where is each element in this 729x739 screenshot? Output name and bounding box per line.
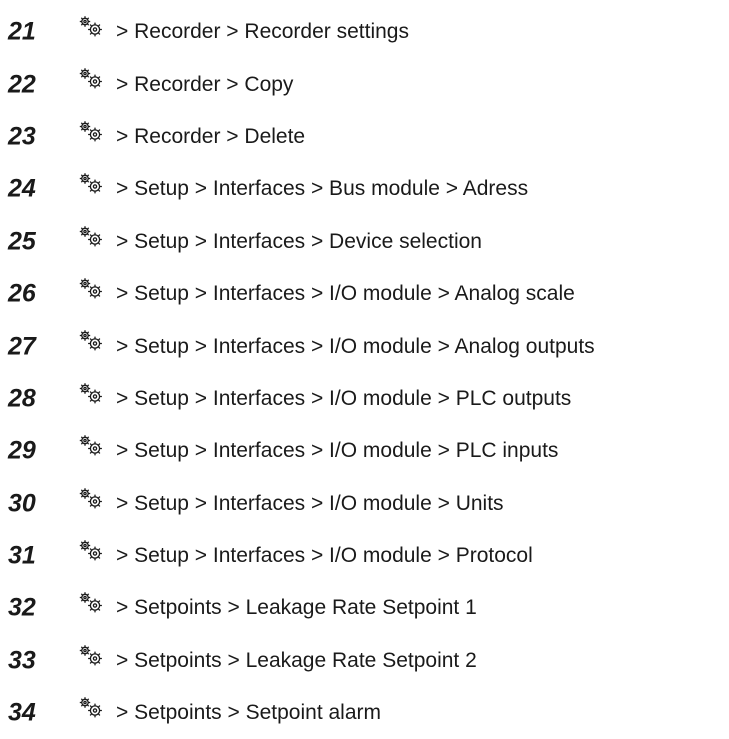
entry-number: 22 [8,70,36,99]
entry-path: > Setup > Interfaces > Device selection [116,229,482,253]
entry-path: > Recorder > Delete [116,124,306,148]
menu-path-entry: 26 > Setup > Interfaces > I/O module > A… [0,268,729,320]
menu-path-entry: 34 > Setpoints > Setpoint alarm [0,687,729,739]
menu-path-entry: 22 > Recorder > Copy [0,58,729,110]
gears-icon [79,225,103,247]
entry-path: > Setpoints > Setpoint alarm [116,701,381,725]
entry-path: > Setpoints > Leakage Rate Setpoint 1 [116,596,477,620]
menu-path-entry: 28 > Setup > Interfaces > I/O module > P… [0,373,729,425]
entry-path: > Setup > Interfaces > I/O module > Anal… [116,334,595,358]
gears-icon [79,539,103,561]
menu-path-entry: 25 > Setup > Interfaces > Device selecti… [0,216,729,268]
entry-path: > Setup > Interfaces > I/O module > Prot… [116,544,533,568]
entry-number: 27 [8,332,36,361]
menu-path-entry: 30 > Setup > Interfaces > I/O module > U… [0,478,729,530]
entry-path: > Recorder > Copy [116,72,294,96]
entry-number: 34 [8,698,36,727]
entry-path: > Recorder > Recorder settings [116,20,409,44]
gears-icon [79,329,103,352]
gears-icon [79,434,103,457]
menu-path-entry: 27 > Setup > Interfaces > I/O module > A… [0,320,729,372]
gears-icon [79,15,103,38]
entry-number: 26 [8,279,36,308]
menu-path-entry: 32 > Setpoints > Leakage Rate Setpoint 1 [0,582,729,634]
entry-path: > Setup > Interfaces > I/O module > Unit… [116,491,504,515]
menu-path-entry: 24 > Setup > Interfaces > Bus module > A… [0,163,729,215]
gears-icon [79,382,103,404]
menu-path-entry: 31 > Setup > Interfaces > I/O module > P… [0,530,729,582]
entry-number: 31 [8,541,36,570]
entry-path: > Setpoints > Leakage Rate Setpoint 2 [116,648,477,672]
entry-path: > Setup > Interfaces > I/O module > PLC … [116,439,559,463]
menu-path-entry: 21 > Recorder > Recorder settings [0,6,729,58]
entry-number: 25 [8,227,36,256]
entry-path: > Setup > Interfaces > Bus module > Adre… [116,177,529,201]
menu-path-list: 21 > Recorder > Recorder settings 22 > R… [0,6,729,739]
entry-number: 29 [8,436,36,465]
gears-icon [79,696,103,719]
entry-number: 32 [8,593,36,622]
menu-path-entry: 29 > Setup > Interfaces > I/O module > P… [0,425,729,477]
entry-number: 28 [8,384,36,413]
gears-icon [79,172,103,195]
gears-icon [79,591,103,614]
entry-number: 23 [8,122,36,151]
menu-path-entry: 33 > Setpoints > Leakage Rate Setpoint 2 [0,635,729,687]
entry-number: 24 [8,174,36,203]
gears-icon [79,120,103,142]
gears-icon [79,68,103,90]
entry-number: 33 [8,646,36,675]
entry-path: > Setup > Interfaces > I/O module > Anal… [116,282,575,306]
entry-number: 21 [8,17,36,46]
entry-number: 30 [8,489,36,518]
entry-path: > Setup > Interfaces > I/O module > PLC … [116,386,572,410]
gears-icon [79,487,103,509]
gears-icon [79,277,103,300]
gears-icon [79,644,103,666]
menu-path-entry: 23 > Recorder > Delete [0,111,729,163]
